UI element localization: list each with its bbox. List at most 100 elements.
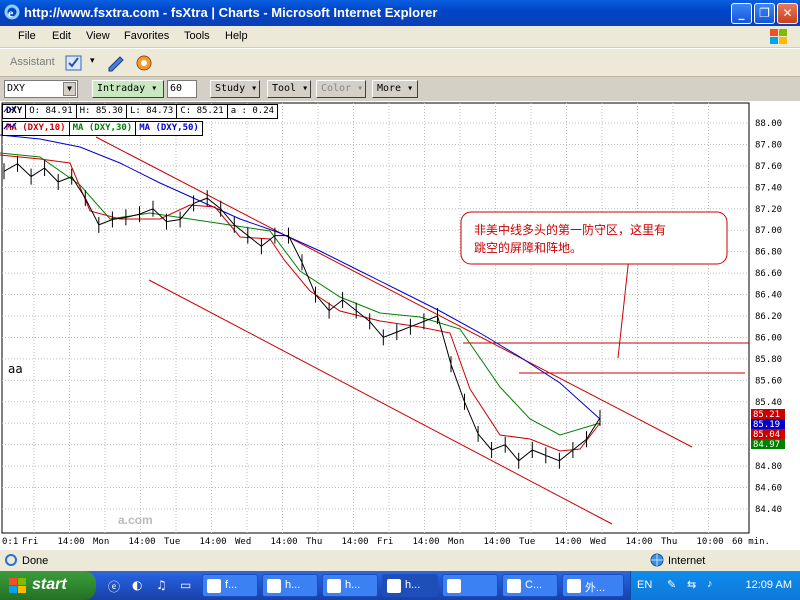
task-2[interactable]: h... (262, 574, 318, 597)
more-button[interactable]: More ▾ (372, 80, 418, 98)
language-indicator[interactable]: EN (637, 579, 652, 591)
price-chart[interactable]: 88.00 87.80 87.60 87.40 87.20 87.00 86.80 86.60… (0, 101, 800, 549)
tray-tool-icon[interactable]: ✎ (667, 578, 676, 591)
series-icon (3, 105, 17, 113)
status-text: Done (22, 555, 49, 567)
x-tick-label: 10:00 (697, 537, 724, 547)
menu-edit[interactable]: Edit (52, 30, 71, 42)
settings-icon[interactable] (134, 53, 154, 73)
x-tick-label: 14:00 (626, 537, 653, 547)
menu-tools[interactable]: Tools (184, 30, 210, 42)
ma-50-legend-icon (3, 122, 17, 130)
ma-30-legend[interactable]: MA (DXY,30) (3, 122, 137, 135)
annotation-bubble (460, 211, 728, 265)
tray-volume-icon[interactable]: ♪ (707, 578, 713, 590)
task-5[interactable] (442, 574, 498, 597)
y-tick-label: 84.80 (755, 462, 782, 472)
chart-area[interactable]: 88.00 87.80 87.60 87.40 87.20 87.00 86.80 86.60… (0, 101, 800, 549)
x-tick-label: Fri (377, 537, 393, 547)
dropdown-arrow-icon[interactable]: ▾ (90, 56, 95, 66)
task-1-label: f... (225, 579, 238, 591)
windows-logo-icon (770, 29, 787, 44)
ma-30-legend-label: MA (DXY,30) (72, 123, 133, 133)
menu-help[interactable]: Help (225, 30, 248, 42)
checklist-icon[interactable] (64, 53, 84, 73)
menu-favorites[interactable]: Favorites (124, 30, 169, 42)
price-tags: 85.2185.1985.0484.97 (751, 409, 785, 450)
color-button[interactable]: Color ▾ (316, 80, 366, 98)
y-tick-label: 85.60 (755, 376, 782, 386)
y-axis-ticks: 88.00 87.80 87.60 87.40 87.20 87.00 86.80 86.60… (755, 119, 782, 515)
media-quicklaunch-icon[interactable]: ◐ (132, 578, 142, 592)
symbol-dropdown-icon[interactable]: ▼ (63, 82, 76, 96)
music-quicklaunch-icon[interactable]: ♫ (156, 578, 167, 592)
y-tick-label: 87.80 (755, 140, 782, 150)
y-tick-label: 88.00 (755, 119, 782, 129)
maximize-button[interactable]: ❐ (754, 3, 775, 24)
symbol-input[interactable]: DXY ▼ (4, 80, 78, 98)
menu-file[interactable]: File (18, 30, 36, 42)
tool-label: Tool (272, 83, 297, 94)
y-tick-label: 86.80 (755, 248, 782, 258)
task-6[interactable]: C... (502, 574, 558, 597)
price-tag: 85.04 (753, 430, 780, 440)
taskbar: start ⓔ ◐ ♫ ▭ f... h... h... h... C... 外… (0, 571, 800, 600)
quote-box: DXY O: 84.91 H: 85.30 L: 84.73 C: 85.21 a : 0… (2, 104, 279, 119)
tool-button[interactable]: Tool ▾ (267, 80, 311, 98)
x-tick-label: 14:00 (129, 537, 156, 547)
interval-select[interactable]: Intraday ▾ (92, 80, 164, 98)
tray-network-icon[interactable]: ⇆ (687, 578, 696, 591)
quote-close: C: 85.21 (177, 105, 228, 118)
task-3[interactable]: h... (322, 574, 378, 597)
interval-label: Intraday (97, 83, 146, 94)
y-tick-label: 86.00 (755, 333, 782, 343)
watermark: a.com (118, 513, 153, 527)
desktop-quicklaunch-icon[interactable]: ▭ (180, 578, 191, 592)
study-label: Study (215, 83, 246, 94)
x-tick-label: 14:00 (342, 537, 369, 547)
y-tick-label: 85.40 (755, 398, 782, 408)
annotation-line-1: 非美中线多头的第一防守区，这里有 (474, 222, 666, 237)
svg-text:e: e (8, 6, 14, 20)
x-tick-label: Mon (448, 537, 464, 547)
x-tick-label: 14:00 (200, 537, 227, 547)
ma-legend: MA (DXY,10) MA (DXY,30) MA (DXY,50) (2, 121, 203, 136)
task-2-label: h... (285, 579, 301, 591)
menu-view[interactable]: View (86, 30, 110, 42)
system-tray: EN ✎ ⇆ ♪ 12:09 AM (630, 571, 800, 600)
start-label: start (32, 576, 67, 593)
task-4[interactable]: h... (382, 574, 438, 597)
study-button[interactable]: Study ▾ (210, 80, 260, 98)
pencil-icon[interactable] (106, 53, 126, 73)
quote-open: O: 84.91 (26, 105, 77, 118)
x-tick-label: 14:00 (484, 537, 511, 547)
windows-flag-icon (9, 578, 26, 593)
window-title: http://www.fsxtra.com - fsXtra | Charts … (24, 5, 438, 20)
task-6-label: C... (525, 579, 543, 591)
x-tick-label: Wed (235, 537, 251, 547)
minutes-input[interactable]: 60 (167, 80, 197, 98)
y-tick-label: 86.60 (755, 269, 782, 279)
ie-quicklaunch-icon[interactable]: ⓔ (108, 578, 120, 595)
ma-50-legend[interactable]: MA (DXY,50) (3, 122, 202, 135)
minimize-button[interactable]: _ (731, 3, 752, 24)
close-button[interactable]: ✕ (777, 3, 798, 24)
chart-toolbar: DXY ▼ Intraday ▾ 60 Study ▾ Tool ▾ Color… (0, 77, 800, 101)
task-1[interactable]: f... (202, 574, 258, 597)
chart-label: aa (8, 362, 23, 376)
start-button[interactable]: start (0, 571, 96, 600)
quote-symbol: DXY (3, 105, 27, 118)
y-tick-label: 87.20 (755, 205, 782, 215)
menu-bar: File Edit View Favorites Tools Help (0, 26, 800, 48)
x-tick-label: Mon (93, 537, 109, 547)
task-4-label: h... (405, 579, 421, 591)
x-tick-label: Tue (164, 537, 180, 547)
assistant-toolbar: Assistant ▾ (0, 49, 800, 77)
x-tick-label: Thu (306, 537, 322, 547)
y-tick-label: 85.80 (755, 355, 782, 365)
task-7[interactable]: 外... (562, 574, 624, 597)
status-bar: Done Internet (0, 549, 800, 571)
task-7-icon (567, 579, 581, 593)
price-tag: 84.97 (753, 440, 780, 450)
color-label: Color (321, 83, 352, 94)
